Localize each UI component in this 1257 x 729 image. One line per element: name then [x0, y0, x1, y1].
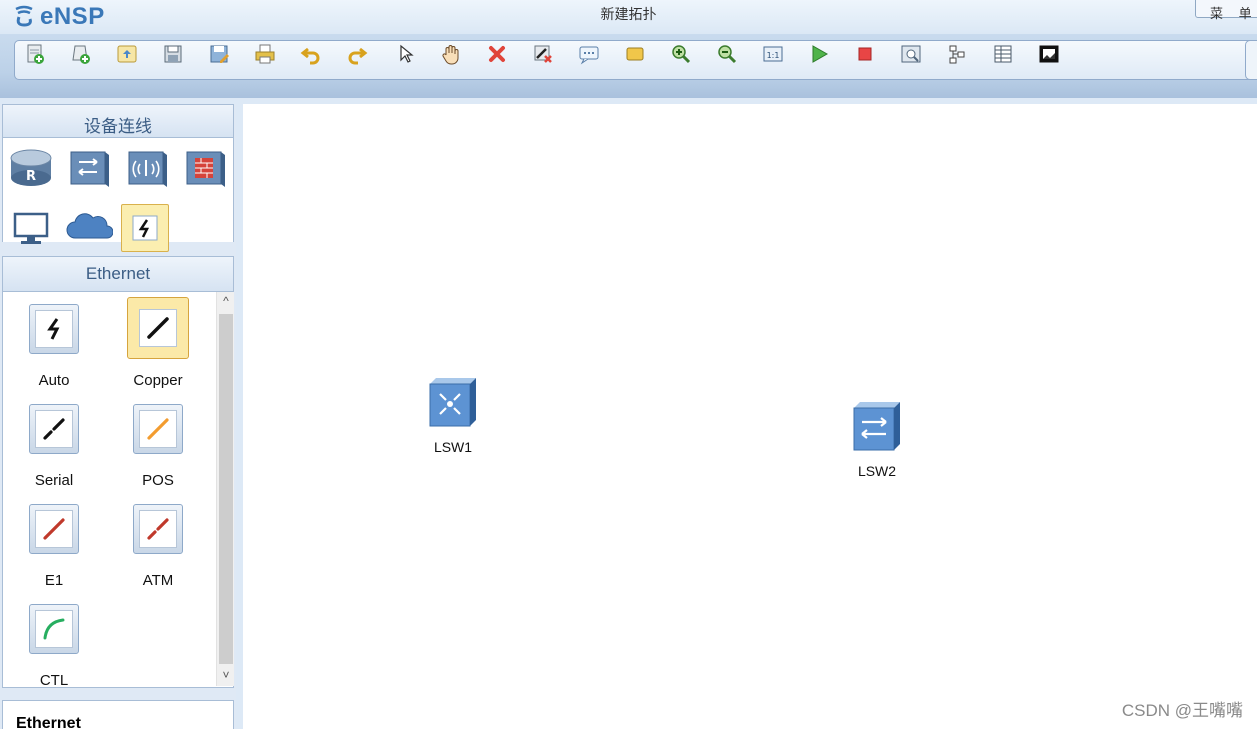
new-topology-icon[interactable]: [22, 42, 48, 66]
device-category-area: R: [2, 138, 234, 252]
redo-icon[interactable]: [344, 42, 370, 66]
cable-tile: [127, 297, 189, 359]
select-pointer-icon[interactable]: [392, 42, 418, 66]
cable-list-scrollbar[interactable]: ^ ˅: [216, 292, 234, 686]
capture-data-icon[interactable]: [898, 42, 924, 66]
cable-item-ctl[interactable]: CTL: [14, 604, 94, 704]
router-icon[interactable]: R: [7, 144, 55, 192]
copper-cable-icon: [147, 317, 169, 339]
cable-tile: [29, 604, 79, 654]
atm-cable-icon: [147, 518, 169, 540]
delete-link-icon[interactable]: [530, 42, 556, 66]
left-panel: 设备连线 R Ethernet Auto Copper Serial POS E…: [0, 104, 236, 729]
topology-display-icon[interactable]: [944, 42, 970, 66]
undo-icon[interactable]: [298, 42, 324, 66]
cable-list: Auto Copper Serial POS E1 ATM CTL ^ ˅: [2, 292, 234, 689]
cable-item-pos[interactable]: POS: [118, 404, 198, 504]
firewall-icon[interactable]: [181, 144, 229, 192]
e1-cable-icon: [43, 518, 65, 540]
window-title: 新建拓扑: [600, 6, 657, 22]
svg-text:1:1: 1:1: [767, 51, 780, 60]
cable-label: CTL: [39, 672, 69, 689]
start-device-icon[interactable]: [806, 42, 832, 66]
device-label: LSW2: [857, 463, 897, 479]
cable-description-panel: Ethernet: [2, 700, 234, 729]
cable-tile: [29, 304, 79, 354]
toolbar-strip-right: [1245, 40, 1257, 80]
pc-terminal-icon[interactable]: [7, 204, 55, 252]
save-as-icon[interactable]: [206, 42, 232, 66]
ctl-cable-icon: [43, 618, 65, 640]
menu-button[interactable]: 菜 单: [1195, 0, 1257, 21]
scrollbar-thumb[interactable]: [219, 314, 233, 664]
title-bar: eNSP 新建拓扑 菜 单: [0, 0, 1257, 34]
auto-cable-icon: [47, 318, 60, 340]
zoom-out-icon[interactable]: [714, 42, 740, 66]
cable-item-serial[interactable]: Serial: [14, 404, 94, 504]
device-label: LSW1: [433, 439, 473, 455]
cable-icon[interactable]: [121, 204, 169, 252]
save-icon[interactable]: [160, 42, 186, 66]
screenshot-icon[interactable]: [1036, 42, 1062, 66]
switch-icon[interactable]: [65, 144, 113, 192]
description-title: Ethernet: [16, 715, 81, 729]
scroll-up-icon[interactable]: ^: [217, 292, 235, 310]
cable-tile: [133, 404, 183, 454]
delete-icon[interactable]: [484, 42, 510, 66]
serial-cable-icon: [43, 418, 65, 440]
cable-item-copper[interactable]: Copper: [118, 297, 198, 404]
cable-label: Serial: [34, 472, 74, 489]
new-experiment-icon[interactable]: [68, 42, 94, 66]
watermark: CSDN @王嘴嘴: [1121, 701, 1243, 720]
zoom-in-icon[interactable]: [668, 42, 694, 66]
print-icon[interactable]: [252, 42, 278, 66]
cable-label: Auto: [38, 372, 70, 389]
rectangle-icon[interactable]: [622, 42, 648, 66]
device-lsw2[interactable]: LSW2: [845, 398, 909, 479]
cable-tile: [133, 504, 183, 554]
layer2-switch-icon: [853, 402, 900, 451]
device-lsw1[interactable]: LSW1: [421, 374, 485, 455]
cable-label: POS: [142, 472, 174, 489]
grid-icon[interactable]: [990, 42, 1016, 66]
cable-item-auto[interactable]: Auto: [14, 304, 94, 404]
toolbar: 1:1: [0, 34, 1257, 98]
open-icon[interactable]: [114, 42, 140, 66]
pan-hand-icon[interactable]: [438, 42, 464, 66]
text-note-icon[interactable]: [576, 42, 602, 66]
cable-item-atm[interactable]: ATM: [118, 504, 198, 604]
cable-section-header: Ethernet: [2, 256, 234, 292]
cable-tile: [29, 404, 79, 454]
stop-device-icon[interactable]: [852, 42, 878, 66]
fit-view-icon[interactable]: 1:1: [760, 42, 786, 66]
cable-item-e1[interactable]: E1: [14, 504, 94, 604]
cable-label: E1: [44, 572, 64, 589]
layer3-switch-icon: [429, 378, 476, 427]
cable-label: ATM: [142, 572, 174, 589]
device-section-header: 设备连线: [2, 104, 234, 138]
svg-text:R: R: [26, 169, 36, 184]
cloud-icon[interactable]: [65, 204, 113, 252]
topology-canvas[interactable]: LSW1 LSW2: [243, 104, 1257, 729]
pos-cable-icon: [147, 418, 169, 440]
scroll-down-icon[interactable]: ˅: [217, 666, 235, 684]
wireless-icon[interactable]: [123, 144, 171, 192]
cable-tile: [29, 504, 79, 554]
cable-label: Copper: [133, 372, 183, 389]
